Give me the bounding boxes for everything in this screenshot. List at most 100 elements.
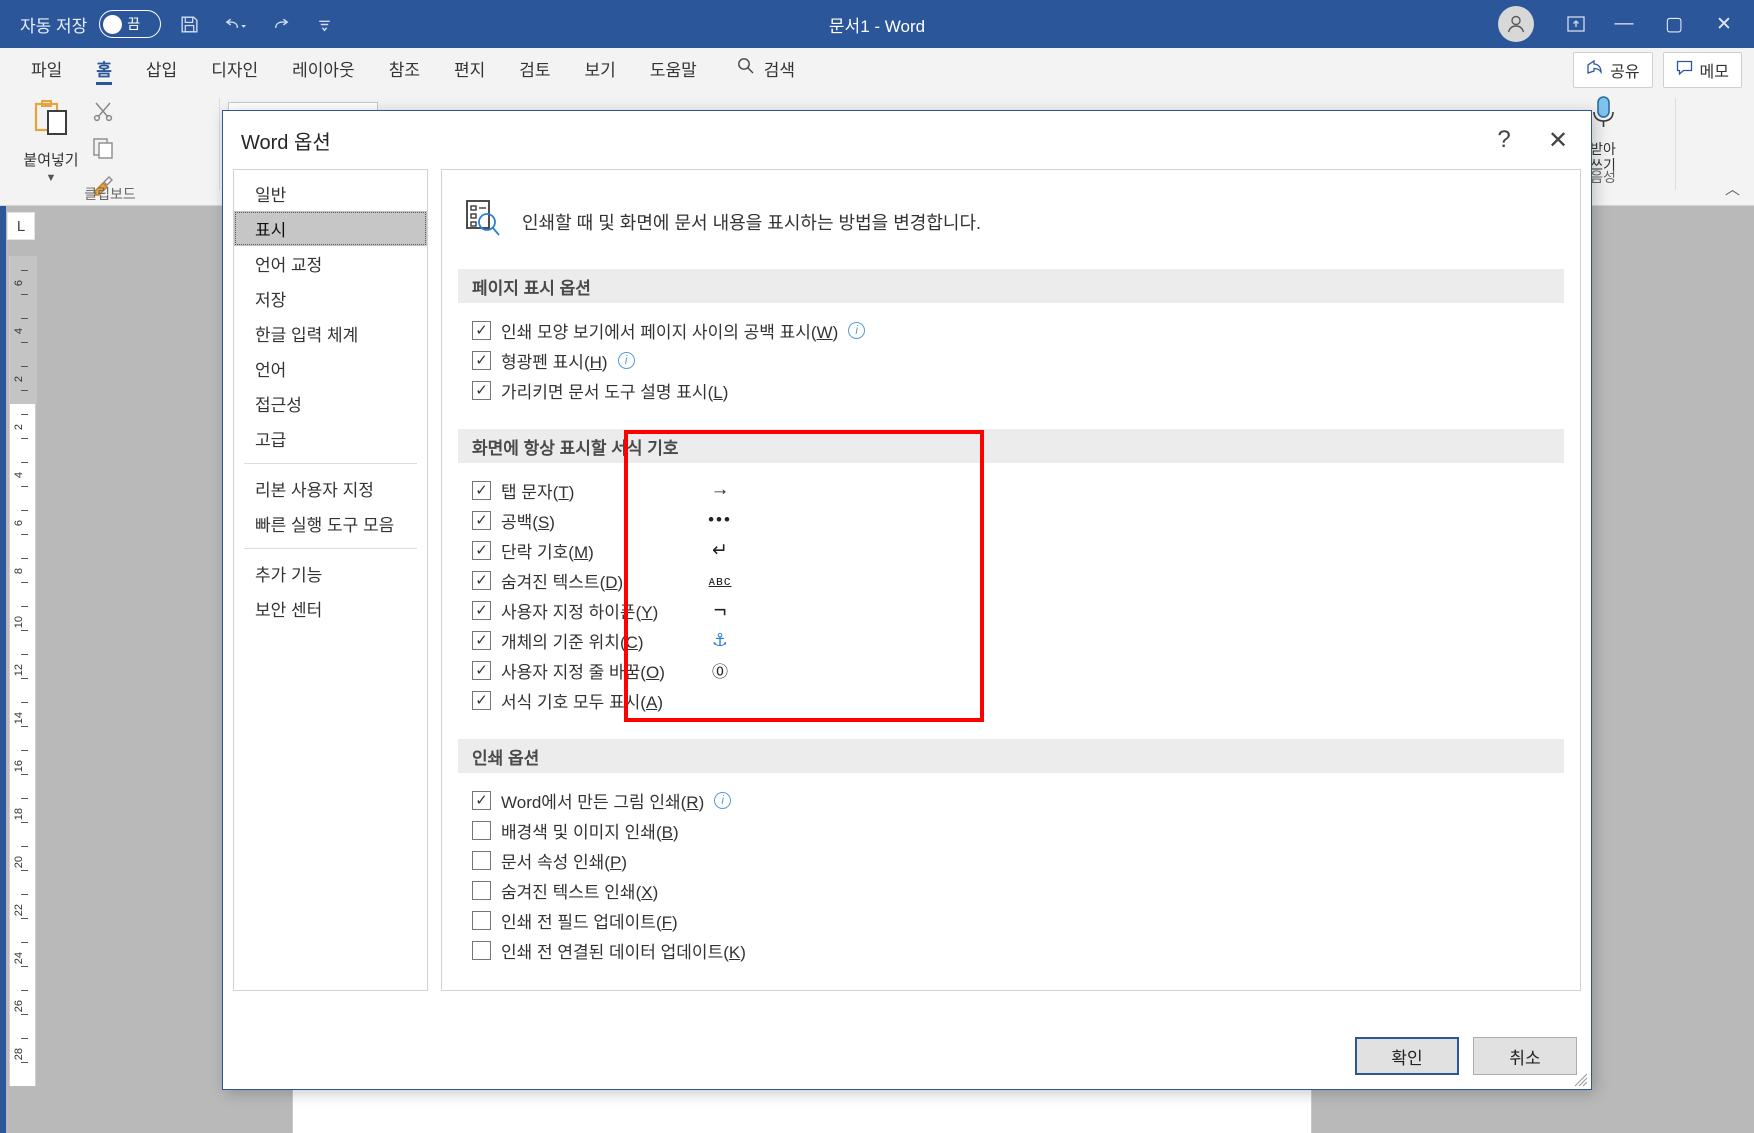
tab-mailings[interactable]: 편지 bbox=[437, 48, 502, 88]
options-detail-pane: 인쇄할 때 및 화면에 문서 내용을 표시하는 방법을 변경합니다. 페이지 표… bbox=[441, 169, 1581, 991]
save-icon[interactable] bbox=[173, 11, 206, 38]
checkbox-row-print-hidden-text[interactable]: 숨겨진 텍스트 인쇄(X) bbox=[472, 875, 1580, 905]
ruler-tick bbox=[21, 438, 28, 439]
sidebar-item-customize-ribbon[interactable]: 리본 사용자 지정 bbox=[234, 471, 427, 506]
checkbox-print-drawings[interactable]: ✓ bbox=[472, 790, 491, 810]
space-dots-mark-icon: ••• bbox=[708, 510, 732, 529]
sidebar-item-trust-center[interactable]: 보안 센터 bbox=[234, 591, 427, 626]
checkbox-row-update-linked-data[interactable]: 인쇄 전 연결된 데이터 업데이트(K) bbox=[472, 935, 1580, 965]
checkbox-show-all-marks[interactable]: ✓ bbox=[472, 690, 491, 710]
info-icon-show-white-space[interactable]: i bbox=[848, 321, 866, 339]
undo-icon[interactable] bbox=[218, 11, 253, 37]
label-paragraph-marks: 단락 기호 bbox=[501, 542, 569, 562]
account-avatar-icon[interactable] bbox=[1498, 6, 1534, 42]
tab-help[interactable]: 도움말 bbox=[633, 48, 714, 88]
tab-stop-selector[interactable]: L bbox=[7, 212, 35, 240]
close-button[interactable]: ✕ bbox=[1700, 0, 1748, 48]
checkbox-row-paragraph-marks[interactable]: ✓ 단락 기호(M) ↵ bbox=[472, 535, 1580, 565]
sidebar-item-display[interactable]: 표시 bbox=[234, 211, 427, 246]
autosave-state-label: 끔 bbox=[127, 16, 141, 32]
checkbox-print-hidden-text[interactable] bbox=[472, 880, 491, 900]
checkbox-row-object-anchors[interactable]: ✓ 개체의 기준 위치(C) ⚓ bbox=[472, 625, 1580, 655]
checkbox-paragraph-marks[interactable]: ✓ bbox=[472, 540, 491, 560]
label-show-all-marks: 서식 기호 모두 표시 bbox=[501, 692, 641, 712]
tab-layout[interactable]: 레이아웃 bbox=[275, 48, 372, 88]
checkbox-row-tab-characters[interactable]: ✓ 탭 문자(T) → bbox=[472, 475, 1580, 505]
share-button[interactable]: 공유 bbox=[1573, 52, 1653, 88]
tab-insert[interactable]: 삽입 bbox=[129, 48, 194, 88]
accel-optional-breaks: O bbox=[645, 662, 660, 682]
sidebar-item-addins[interactable]: 추가 기능 bbox=[234, 556, 427, 591]
checkbox-row-print-drawings[interactable]: ✓ Word에서 만든 그림 인쇄(R) i bbox=[472, 785, 1580, 815]
checkbox-tab-characters[interactable]: ✓ bbox=[472, 480, 491, 500]
checkbox-show-tooltips[interactable]: ✓ bbox=[472, 380, 491, 400]
checkbox-row-optional-hyphens[interactable]: ✓ 사용자 지정 하이픈(Y) ¬ bbox=[472, 595, 1580, 625]
checkbox-row-show-all-marks[interactable]: ✓ 서식 기호 모두 표시(A) bbox=[472, 685, 1580, 715]
ribbon-right-actions: 공유 메모 bbox=[1573, 52, 1742, 88]
search-box[interactable]: 검색 bbox=[714, 56, 795, 81]
checkbox-spaces[interactable]: ✓ bbox=[472, 510, 491, 530]
collapse-ribbon-icon[interactable]: ︿ bbox=[1725, 178, 1740, 199]
customize-qat-icon[interactable] bbox=[310, 13, 339, 36]
dialog-help-button[interactable]: ? bbox=[1477, 117, 1531, 163]
sidebar-item-proofing[interactable]: 언어 교정 bbox=[234, 246, 427, 281]
checkbox-print-properties[interactable] bbox=[472, 850, 491, 870]
checkbox-update-fields[interactable] bbox=[472, 910, 491, 930]
tab-file[interactable]: 파일 bbox=[14, 48, 79, 88]
paste-dropdown-icon[interactable]: ▼ bbox=[46, 172, 57, 184]
vertical-ruler[interactable]: 6 4 2 2 4 6 8 10 12 14 16 18 20 22 24 26 28 bbox=[9, 256, 37, 1086]
checkbox-row-hidden-text[interactable]: ✓ 숨겨진 텍스트(D) ᴀʙᴄ bbox=[472, 565, 1580, 595]
info-icon-show-highlighter[interactable]: i bbox=[617, 351, 635, 369]
checkbox-row-print-properties[interactable]: 문서 속성 인쇄(P) bbox=[472, 845, 1580, 875]
info-icon-print-drawings[interactable]: i bbox=[714, 791, 732, 809]
tab-references[interactable]: 참조 bbox=[372, 48, 437, 88]
tab-design[interactable]: 디자인 bbox=[194, 48, 275, 88]
checkbox-optional-breaks[interactable]: ✓ bbox=[472, 660, 491, 680]
tab-review[interactable]: 검토 bbox=[502, 48, 567, 88]
label-print-drawings: Word에서 만든 그림 인쇄 bbox=[501, 792, 681, 812]
checkbox-show-highlighter[interactable]: ✓ bbox=[472, 350, 491, 370]
checkbox-row-show-white-space[interactable]: ✓ 인쇄 모양 보기에서 페이지 사이의 공백 표시(W) i bbox=[472, 315, 1580, 345]
ruler-tick bbox=[21, 678, 28, 679]
copy-icon[interactable] bbox=[92, 137, 114, 165]
checkbox-row-spaces[interactable]: ✓ 공백(S) ••• bbox=[472, 505, 1580, 535]
sidebar-item-accessibility[interactable]: 접근성 bbox=[234, 386, 427, 421]
minimize-button[interactable]: — bbox=[1600, 0, 1648, 48]
checkbox-row-show-tooltips[interactable]: ✓ 가리키면 문서 도구 설명 표시(L) bbox=[472, 375, 1580, 405]
checkbox-optional-hyphens[interactable]: ✓ bbox=[472, 600, 491, 620]
checkbox-row-optional-breaks[interactable]: ✓ 사용자 지정 줄 바꿈(O) ⓪ bbox=[472, 655, 1580, 685]
accel-optional-hyphens: Y bbox=[641, 602, 653, 622]
dialog-resize-grip[interactable] bbox=[1574, 1073, 1588, 1087]
sidebar-item-save[interactable]: 저장 bbox=[234, 281, 427, 316]
tab-view[interactable]: 보기 bbox=[568, 48, 633, 88]
autosave-toggle[interactable]: 끔 bbox=[99, 10, 162, 38]
sidebar-item-general[interactable]: 일반 bbox=[234, 176, 427, 211]
checkbox-row-print-background[interactable]: 배경색 및 이미지 인쇄(B) bbox=[472, 815, 1580, 845]
checkbox-row-show-highlighter[interactable]: ✓ 형광펜 표시(H) i bbox=[472, 345, 1580, 375]
checkbox-print-background[interactable] bbox=[472, 820, 491, 840]
checkbox-object-anchors[interactable]: ✓ bbox=[472, 630, 491, 650]
ruler-number: 26 bbox=[13, 1000, 25, 1013]
maximize-button[interactable]: ▢ bbox=[1650, 0, 1698, 48]
cancel-button[interactable]: 취소 bbox=[1473, 1037, 1577, 1075]
sidebar-item-ime[interactable]: 한글 입력 체계 bbox=[234, 316, 427, 351]
checkbox-row-update-fields[interactable]: 인쇄 전 필드 업데이트(F) bbox=[472, 905, 1580, 935]
checkbox-show-white-space[interactable]: ✓ bbox=[472, 320, 491, 340]
scissors-icon[interactable] bbox=[92, 100, 114, 128]
redo-icon[interactable] bbox=[265, 11, 298, 37]
sidebar-item-quick-access-toolbar[interactable]: 빠른 실행 도구 모음 bbox=[234, 506, 427, 541]
label-print-background: 배경색 및 이미지 인쇄 bbox=[501, 822, 656, 842]
dialog-close-button[interactable]: ✕ bbox=[1531, 117, 1585, 163]
sidebar-item-language[interactable]: 언어 bbox=[234, 351, 427, 386]
checkbox-hidden-text[interactable]: ✓ bbox=[472, 570, 491, 590]
tab-home[interactable]: 홈 bbox=[79, 48, 129, 88]
ruler-tick bbox=[21, 846, 28, 847]
paste-button[interactable]: 붙여넣기 ▼ bbox=[18, 98, 84, 184]
quick-access-toolbar: 자동 저장 끔 bbox=[0, 10, 339, 38]
comments-button[interactable]: 메모 bbox=[1662, 52, 1742, 88]
label-update-fields: 인쇄 전 필드 업데이트 bbox=[501, 912, 656, 932]
ok-button[interactable]: 확인 bbox=[1355, 1037, 1459, 1075]
ribbon-display-options-icon[interactable] bbox=[1554, 2, 1598, 46]
sidebar-item-advanced[interactable]: 고급 bbox=[234, 421, 427, 456]
checkbox-update-linked-data[interactable] bbox=[472, 940, 491, 960]
